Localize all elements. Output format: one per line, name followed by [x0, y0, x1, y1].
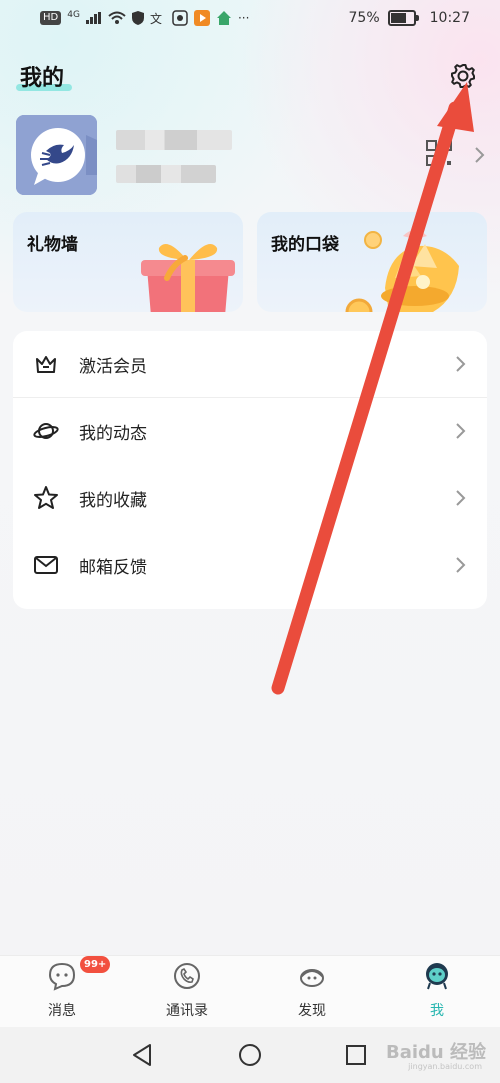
nav-label: 通讯录	[166, 1003, 208, 1019]
nav-tab-me[interactable]: 我	[387, 956, 487, 1028]
status-icons-left: HD 4G 文 ···	[40, 10, 249, 26]
translate-icon: 文	[150, 11, 162, 25]
contacts-icon	[174, 963, 200, 989]
battery-fill	[390, 13, 406, 23]
watermark-url: jingyan.baidu.com	[408, 1062, 482, 1071]
video-app-icon	[193, 10, 210, 26]
nav-label: 发现	[298, 1003, 326, 1019]
crown-icon	[36, 356, 56, 373]
menu-item-label: 我的收藏	[79, 490, 147, 511]
mail-icon	[34, 556, 58, 574]
status-bar: HD 4G 文 ··· 75% 10:27	[0, 0, 500, 38]
discover-icon	[300, 969, 324, 987]
settings-gear-icon[interactable]	[449, 62, 477, 90]
avatar-logo-icon	[16, 115, 97, 195]
qr-code-icon[interactable]	[426, 140, 452, 166]
wifi-icon	[108, 11, 126, 24]
menu-item-activate-vip[interactable]: 激活会员	[13, 331, 487, 398]
nav-tab-discover[interactable]: 发现	[262, 956, 362, 1028]
nav-label: 我	[430, 1003, 444, 1019]
menu-item-email-feedback[interactable]: 邮箱反馈	[13, 532, 487, 598]
battery-icon	[387, 10, 419, 26]
nav-tab-contacts[interactable]: 通讯录	[137, 956, 237, 1028]
profile-chevron-right-icon[interactable]	[474, 146, 486, 164]
menu-list: 激活会员 我的动态 我的收藏 邮箱反馈	[13, 331, 487, 609]
battery-percent: 75%	[348, 10, 380, 26]
chevron-right-icon	[456, 423, 466, 439]
page-title: 我的	[20, 66, 65, 91]
my-pocket-label: 我的口袋	[271, 235, 339, 255]
shield-icon	[131, 11, 144, 25]
recents-icon[interactable]	[345, 1044, 367, 1066]
chevron-right-icon	[456, 356, 466, 372]
coins-pocket-icon	[345, 230, 459, 312]
status-icons-right: 75% 10:27	[349, 10, 470, 26]
menu-item-label: 激活会员	[79, 356, 147, 377]
clock: 10:27	[429, 10, 470, 26]
menu-item-label: 我的动态	[79, 423, 147, 444]
home-app-icon	[216, 11, 231, 25]
my-pocket-card[interactable]: 我的口袋	[257, 212, 487, 312]
me-icon	[426, 963, 448, 990]
home-icon[interactable]	[238, 1043, 262, 1067]
network-indicator: 4G	[67, 10, 80, 20]
menu-item-my-moments[interactable]: 我的动态	[13, 398, 487, 464]
nav-label: 消息	[48, 1003, 76, 1019]
bottom-nav: 99+ 消息 通讯录 发现 我	[0, 955, 500, 1028]
avatar[interactable]	[16, 115, 97, 195]
profile-id-masked	[116, 165, 216, 183]
message-icon	[48, 962, 76, 991]
svg-text:文: 文	[150, 11, 162, 25]
hd-indicator: HD	[40, 11, 62, 25]
chevron-right-icon	[456, 490, 466, 506]
more-indicator: ···	[237, 11, 250, 25]
planet-icon	[33, 423, 59, 439]
chevron-right-icon	[456, 557, 466, 573]
menu-item-my-favorites[interactable]: 我的收藏	[13, 465, 487, 531]
gift-wall-card[interactable]: 礼物墙	[13, 212, 243, 312]
menu-item-label: 邮箱反馈	[79, 557, 147, 578]
nav-tab-messages[interactable]: 99+ 消息	[12, 956, 112, 1028]
gift-box-icon	[141, 244, 235, 312]
star-icon	[34, 486, 58, 509]
profile-name-masked	[116, 130, 232, 150]
unread-badge: 99+	[80, 956, 111, 973]
signal-icon	[85, 12, 101, 24]
app-icon	[172, 10, 188, 26]
gift-wall-label: 礼物墙	[27, 235, 78, 255]
back-icon[interactable]	[131, 1043, 153, 1067]
watermark: Baidu 经验	[385, 1042, 486, 1063]
